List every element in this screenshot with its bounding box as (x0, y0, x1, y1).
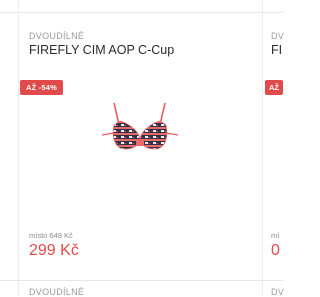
product-title[interactable]: FIREFLY CIM AOP C-Cup (29, 43, 174, 57)
next-product-card[interactable]: DV FI AŽ mí 0 (265, 13, 311, 280)
grid-divider-right (262, 0, 263, 296)
next-sale-price: 0 (271, 242, 280, 259)
next-product-category: DV (271, 31, 285, 41)
bikini-top-image[interactable] (94, 85, 186, 159)
next-discount-badge: AŽ (265, 80, 283, 95)
grid-divider-bottom (0, 280, 283, 281)
discount-badge: AŽ -54% (20, 80, 63, 95)
next-product-title[interactable]: FI (271, 43, 282, 57)
original-price: místo 649 Kč (29, 231, 73, 240)
sale-price: 299 Kč (29, 242, 79, 259)
product-card[interactable]: DVOUDÍLNÉ FIREFLY CIM AOP C-Cup AŽ -54% … (18, 13, 258, 280)
product-category: DVOUDÍLNÉ (29, 31, 85, 41)
next-original-price: mí (271, 231, 280, 240)
